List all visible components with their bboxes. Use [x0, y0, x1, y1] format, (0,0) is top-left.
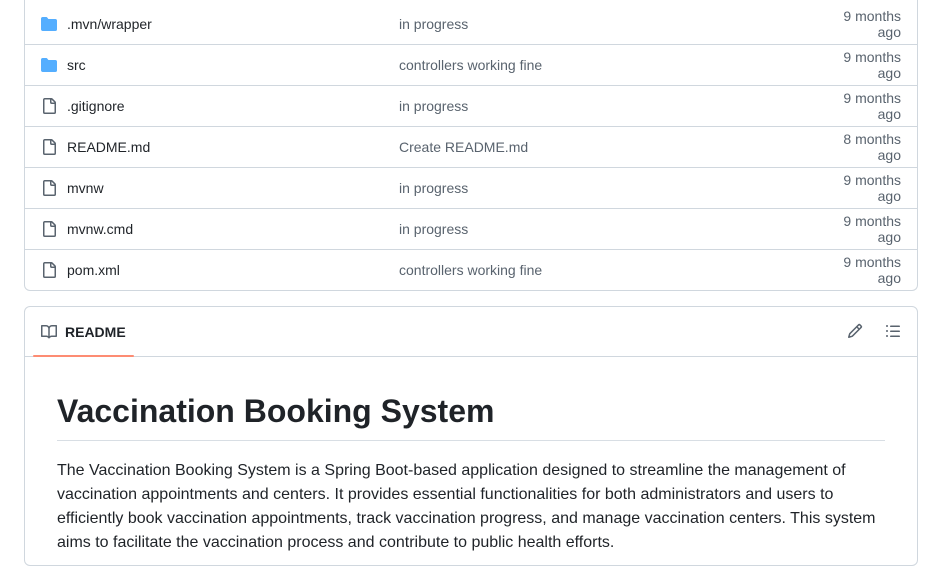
readme-header: README [25, 307, 917, 357]
commit-date: 9 months ago [843, 90, 901, 122]
table-row[interactable]: README.md Create README.md 8 months ago [25, 126, 917, 167]
pencil-icon[interactable] [847, 323, 863, 339]
table-row[interactable]: src controllers working fine 9 months ag… [25, 44, 917, 85]
folder-icon [41, 16, 57, 32]
commit-message-link[interactable]: in progress [399, 180, 819, 196]
file-icon [41, 139, 57, 155]
commit-date: 9 months ago [843, 213, 901, 245]
file-name-link[interactable]: .mvn/wrapper [67, 16, 152, 32]
file-icon [41, 221, 57, 237]
file-name-link[interactable]: README.md [67, 139, 150, 155]
table-row[interactable]: .gitignore in progress 9 months ago [25, 85, 917, 126]
readme-panel: README Vaccination Booking System The Va… [24, 306, 918, 566]
commit-date: 8 months ago [843, 131, 901, 163]
file-list-table: .mvn/wrapper in progress 9 months ago sr… [24, 0, 918, 291]
commit-date: 9 months ago [843, 7, 901, 40]
file-icon [41, 98, 57, 114]
file-name-link[interactable]: pom.xml [67, 262, 120, 278]
commit-message-link[interactable]: controllers working fine [399, 262, 819, 278]
list-icon[interactable] [885, 323, 901, 339]
commit-date: 9 months ago [843, 172, 901, 204]
commit-message-link[interactable]: in progress [399, 16, 819, 32]
commit-message-link[interactable]: Create README.md [399, 139, 819, 155]
commit-message-link[interactable]: in progress [399, 221, 819, 237]
commit-message-link[interactable]: in progress [399, 98, 819, 114]
table-row[interactable]: .mvn/wrapper in progress 9 months ago [25, 0, 917, 44]
folder-icon [41, 57, 57, 73]
commit-date: 9 months ago [843, 49, 901, 81]
commit-message-link[interactable]: controllers working fine [399, 57, 819, 73]
table-row[interactable]: mvnw in progress 9 months ago [25, 167, 917, 208]
table-row[interactable]: mvnw.cmd in progress 9 months ago [25, 208, 917, 249]
readme-title: Vaccination Booking System [57, 393, 885, 441]
file-icon [41, 262, 57, 278]
file-icon [41, 180, 57, 196]
readme-paragraph: The Vaccination Booking System is a Spri… [57, 461, 876, 551]
readme-tab[interactable]: README [33, 308, 134, 357]
file-name-link[interactable]: .gitignore [67, 98, 125, 114]
readme-tab-label: README [65, 323, 126, 340]
readme-content: Vaccination Booking System The Vaccinati… [25, 393, 917, 555]
book-icon [41, 324, 57, 340]
file-name-link[interactable]: mvnw.cmd [67, 221, 133, 237]
table-row[interactable]: pom.xml controllers working fine 9 month… [25, 249, 917, 290]
commit-date: 9 months ago [843, 254, 901, 286]
file-name-link[interactable]: src [67, 57, 86, 73]
file-name-link[interactable]: mvnw [67, 180, 104, 196]
